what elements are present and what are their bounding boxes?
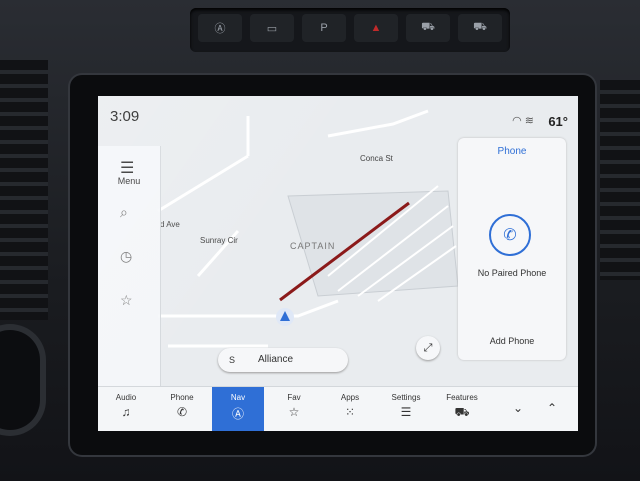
side-menu: ☰ Menu ⌕ ◷ ☆	[98, 146, 161, 386]
car-icon: ⛟	[454, 405, 470, 419]
bottom-item-features[interactable]: Features ⛟	[436, 387, 488, 431]
menu-label[interactable]: Menu	[98, 176, 160, 186]
left-air-vent	[0, 60, 48, 320]
bottom-item-apps[interactable]: Apps ⁙	[324, 387, 376, 431]
chevron-up-button[interactable]: ⌃	[526, 387, 578, 431]
menu-icon[interactable]: ☰	[120, 158, 134, 178]
search-icon[interactable]: ⌕	[120, 204, 128, 221]
outside-temperature: 61°	[548, 114, 568, 129]
nav-icon: Ⓐ	[231, 407, 244, 421]
park-assist-button[interactable]: P	[302, 14, 346, 42]
star-icon[interactable]: ☆	[120, 292, 133, 309]
bottom-item-label: Settings	[391, 393, 421, 402]
street-label-sunray: Sunray Cir	[200, 236, 238, 245]
clock-time: 3:09	[110, 108, 140, 125]
right-air-vent	[600, 80, 640, 280]
camera-button[interactable]: ▭	[250, 14, 294, 42]
traction-control-button[interactable]: ⛟	[406, 14, 450, 42]
settings-icon: ☰	[400, 405, 412, 419]
phone-panel-title[interactable]: Phone	[458, 146, 566, 157]
street-label-conca: Conca St	[360, 154, 393, 163]
bottom-navigation-bar: Audio ♫ Phone ✆ Nav Ⓐ Fav ☆ Apps ⁙ Setti…	[98, 386, 578, 431]
star-icon: ☆	[288, 405, 300, 419]
bottom-item-label: Audio	[115, 393, 137, 402]
street-label-ave: d Ave	[160, 220, 180, 229]
auto-start-stop-button[interactable]: Ⓐ	[198, 14, 242, 42]
bottom-item-settings[interactable]: Settings ☰	[380, 387, 432, 431]
phone-icon[interactable]: ✆	[489, 214, 531, 256]
bottom-item-phone[interactable]: Phone ✆	[156, 387, 208, 431]
signal-icon: ≋	[524, 115, 534, 127]
volume-knob[interactable]	[0, 330, 40, 430]
bottom-item-label: Fav	[287, 393, 301, 402]
music-note-icon: ♫	[121, 405, 131, 419]
chevron-up-icon: ⌃	[546, 401, 558, 415]
search-text: Alliance	[258, 354, 294, 365]
phone-status: No Paired Phone	[477, 268, 547, 278]
wifi-icon: ◠	[512, 115, 522, 127]
hill-descent-button[interactable]: ⛟	[458, 14, 502, 42]
bottom-item-label: Features	[446, 393, 478, 402]
phone-icon: ✆	[176, 405, 188, 419]
fullscreen-map-icon[interactable]: ⤢	[416, 336, 440, 360]
bottom-item-label: Apps	[340, 393, 360, 402]
hazard-button[interactable]: ▲	[354, 14, 398, 42]
bottom-item-label: Nav	[230, 393, 246, 402]
hardware-button-strip: Ⓐ ▭ P ▲ ⛟ ⛟	[190, 8, 510, 52]
connectivity-icons: ◠ ≋	[512, 114, 534, 127]
map-location-title: CAPTAIN	[290, 241, 336, 251]
bottom-item-fav[interactable]: Fav ☆	[268, 387, 320, 431]
bottom-item-nav[interactable]: Nav Ⓐ	[212, 387, 264, 431]
bottom-item-audio[interactable]: Audio ♫	[100, 387, 152, 431]
add-phone-button[interactable]: Add Phone	[458, 336, 566, 346]
destination-search-bar[interactable]: S Alliance	[218, 348, 348, 372]
search-prefix: S	[228, 355, 235, 365]
phone-panel: Phone ✆ No Paired Phone Add Phone	[458, 138, 566, 360]
vehicle-position-icon	[276, 308, 294, 326]
infotainment-screen: CAPTAIN Conca St d Ave Sunray Cir 3:09 ◠…	[98, 96, 578, 431]
clock-icon[interactable]: ◷	[120, 248, 132, 265]
bottom-item-label: Phone	[170, 393, 194, 402]
grid-icon: ⁙	[344, 405, 356, 419]
